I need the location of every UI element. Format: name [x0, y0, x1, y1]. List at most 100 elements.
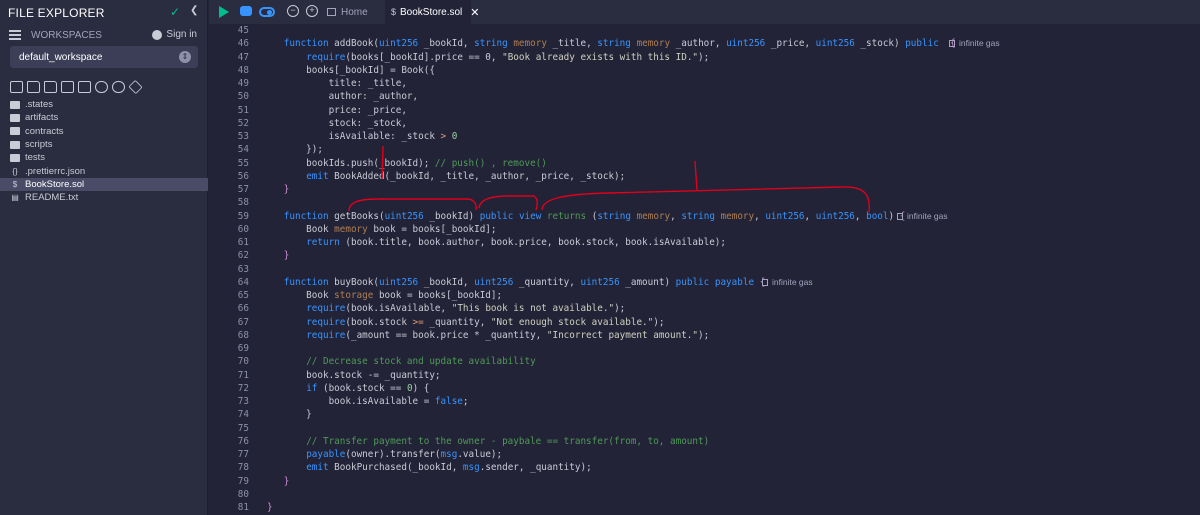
check-icon[interactable]: ✓	[170, 5, 180, 19]
tree-file[interactable]: ▤ README.txt	[0, 191, 208, 204]
code-text: price: _price,	[267, 104, 407, 116]
close-icon[interactable]: ✕	[470, 6, 479, 19]
line-number: 57	[237, 184, 249, 195]
code-line: 73 book.isAvailable = false;	[209, 395, 1200, 408]
toggle-icon[interactable]	[259, 7, 275, 17]
code-line: 64 function buyBook(uint256 _bookId, uin…	[209, 276, 1200, 289]
line-number: 79	[237, 475, 249, 487]
code-text: book.isAvailable = false;	[267, 396, 469, 407]
code-text: }	[267, 409, 312, 421]
tree-folder[interactable]: scripts	[0, 138, 208, 151]
code-text: author: _author,	[267, 91, 419, 103]
code-text: require(_amount == book.price * _quantit…	[306, 329, 710, 341]
tab-bookstore-sol[interactable]: $ BookStore.sol ✕	[385, 0, 480, 24]
new-folder-icon[interactable]	[27, 81, 40, 93]
tree-item-label: README.txt	[25, 192, 79, 204]
code-line: 50 author: _author,	[209, 90, 1200, 103]
line-number: 73	[237, 396, 249, 407]
tree-item-label: .states	[25, 99, 53, 111]
line-number: 71	[237, 369, 249, 381]
line-number: 49	[237, 78, 249, 89]
line-number: 46	[237, 38, 249, 50]
code-line: 80	[209, 488, 1200, 501]
line-number: 78	[237, 462, 249, 474]
file-explorer-title: FILE EXPLORER	[8, 5, 105, 20]
gas-label: infinite gas	[907, 210, 948, 221]
code-text: title: _title,	[267, 78, 407, 89]
code-line: 53 isAvailable: _stock > 0	[209, 130, 1200, 143]
zoom-out-icon[interactable]: −	[287, 5, 299, 17]
zoom-in-icon[interactable]: +	[306, 5, 318, 17]
code-text: require(book.stock >= _quantity, "Not en…	[306, 316, 665, 328]
line-number: 74	[237, 409, 249, 421]
line-number: 45	[237, 25, 249, 36]
code-line: 54 });	[209, 143, 1200, 156]
code-text: require(books[_bookId].price == 0, "Book…	[306, 51, 710, 63]
line-number: 80	[237, 488, 249, 500]
file-tree: .states artifacts contracts scripts tests {}.…	[0, 98, 208, 204]
code-text: // Transfer payment to the owner - payba…	[306, 435, 710, 447]
tree-item-label: .prettierrc.json	[25, 165, 86, 177]
code-line: 78 emit BookPurchased(_bookId, msg.sende…	[209, 461, 1200, 474]
open-folder-icon[interactable]	[44, 81, 57, 93]
tree-item-label: artifacts	[25, 112, 59, 124]
code-text: }	[267, 502, 273, 513]
workspaces-row: WORKSPACES Sign in	[0, 25, 207, 45]
tree-item-label: tests	[25, 152, 46, 164]
code-line: 72 if (book.stock == 0) {	[209, 382, 1200, 395]
tree-folder[interactable]: tests	[0, 151, 208, 164]
cube-icon[interactable]	[78, 81, 91, 93]
tree-folder[interactable]: artifacts	[0, 111, 208, 124]
code-line: 61 return (book.title, book.author, book…	[209, 236, 1200, 249]
code-line: 48 books[_bookId] = Book({	[209, 64, 1200, 77]
chevron-left-icon[interactable]: ❮	[190, 5, 198, 16]
line-number: 69	[237, 343, 249, 354]
code-text: function addBook(uint256 _bookId, string…	[283, 38, 956, 50]
workspace-select[interactable]: default_workspace ⇕	[10, 46, 198, 68]
code-line: 67 require(book.stock >= _quantity, "Not…	[209, 316, 1200, 329]
git-icon[interactable]	[128, 79, 143, 95]
json-file-icon: {}	[12, 166, 18, 176]
run-icon[interactable]	[219, 6, 229, 18]
tree-file[interactable]: {} .prettierrc.json	[0, 164, 208, 177]
tree-folder[interactable]: contracts	[0, 125, 208, 138]
file-explorer-toolbar	[10, 79, 143, 95]
code-line: 46 function addBook(uint256 _bookId, str…	[209, 37, 1200, 50]
line-number: 66	[237, 303, 249, 315]
link-icon[interactable]	[112, 81, 125, 93]
gas-estimate: infinite gas	[762, 276, 813, 289]
line-number: 68	[237, 329, 249, 341]
line-number: 72	[237, 382, 249, 394]
folder-icon	[10, 113, 20, 122]
code-line: 49 title: _title,	[209, 77, 1200, 90]
file-explorer-panel: FILE EXPLORER ✓ ❮ WORKSPACES Sign in def…	[0, 0, 208, 515]
robot-icon[interactable]	[240, 6, 252, 16]
tree-folder[interactable]: .states	[0, 98, 208, 111]
code-text: payable(owner).transfer(msg.value);	[306, 449, 503, 460]
gas-label: infinite gas	[959, 38, 1000, 49]
hamburger-menu-icon[interactable]	[9, 28, 21, 42]
line-number: 55	[237, 157, 249, 169]
code-line: 45	[209, 24, 1200, 37]
line-number: 51	[237, 104, 249, 116]
code-line: 62 }	[209, 249, 1200, 262]
github-gist-icon[interactable]	[95, 81, 108, 93]
sign-in-button[interactable]: Sign in	[152, 29, 197, 40]
code-editor[interactable]: 45 46 function addBook(uint256 _bookId, s…	[209, 24, 1200, 515]
line-number: 60	[237, 223, 249, 235]
code-line: 69	[209, 342, 1200, 355]
tab-home[interactable]: Home	[325, 0, 385, 24]
line-number: 75	[237, 422, 249, 434]
code-text: function getBooks(uint256 _bookId) publi…	[283, 210, 906, 222]
line-number: 70	[237, 356, 249, 368]
code-line: 55 bookIds.push(_bookId); // push() , re…	[209, 157, 1200, 170]
upload-file-icon[interactable]	[61, 81, 74, 93]
tree-file[interactable]: $ BookStore.sol	[0, 177, 208, 192]
code-text: require(book.isAvailable, "This book is …	[306, 303, 626, 315]
select-caret-icon: ⇕	[179, 51, 191, 63]
line-number: 63	[237, 263, 249, 275]
code-text: // Decrease stock and update availabilit…	[306, 356, 536, 368]
tree-item-label: scripts	[25, 139, 53, 151]
new-file-icon[interactable]	[10, 81, 23, 93]
code-line: 56 emit BookAdded(_bookId, _title, _auth…	[209, 170, 1200, 183]
